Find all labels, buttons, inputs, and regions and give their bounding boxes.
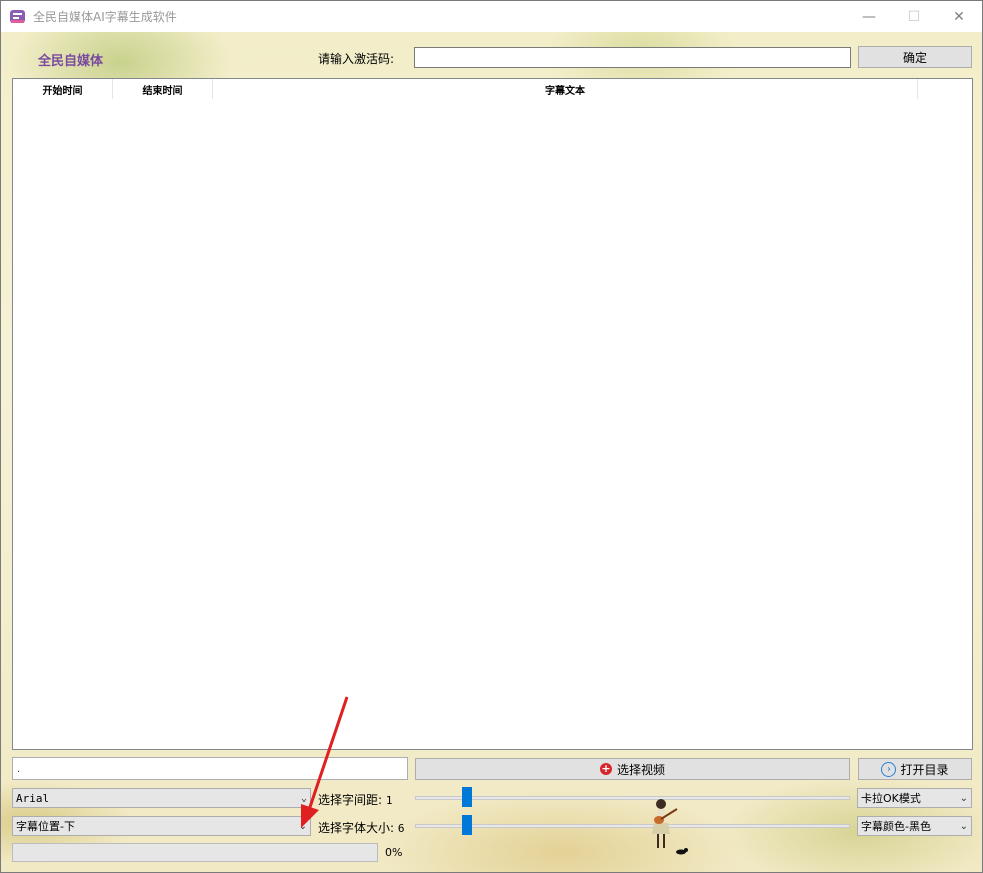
column-header-end-time[interactable]: 结束时间: [113, 79, 213, 99]
subtitle-table[interactable]: 开始时间 结束时间 字幕文本: [12, 78, 973, 750]
font-select[interactable]: Arial ⌄: [12, 788, 311, 808]
letter-spacing-value: 1: [385, 794, 393, 807]
title-bar: 全民自媒体AI字幕生成软件 — ☐ ✕: [1, 1, 982, 32]
karaoke-mode-select[interactable]: 卡拉OK模式 ⌄: [857, 788, 972, 808]
column-header-subtitle-text[interactable]: 字幕文本: [213, 79, 918, 99]
subtitle-position-value: 字幕位置-下: [16, 820, 75, 833]
subtitle-color-value: 字幕颜色-黑色: [861, 820, 931, 833]
minimize-icon: —: [862, 8, 876, 25]
letter-spacing-track[interactable]: [415, 796, 850, 800]
open-directory-button[interactable]: › 打开目录: [858, 758, 972, 780]
add-circle-icon: +: [599, 762, 612, 775]
app-logo-icon: [10, 10, 25, 23]
window-title: 全民自媒体AI字幕生成软件: [33, 10, 177, 24]
main-panel: 全民自媒体 请输入激活码: 确定 开始时间 结束时间 字幕文本 + 选择视频 ›…: [1, 32, 982, 872]
annotation-arrow-icon: [301, 696, 349, 828]
table-header: 开始时间 结束时间 字幕文本: [13, 79, 972, 99]
confirm-button[interactable]: 确定: [858, 46, 972, 68]
girl-with-guitar-illustration: [652, 799, 688, 855]
font-select-value: Arial: [16, 791, 50, 805]
subtitle-position-select[interactable]: 字幕位置-下 ⌄: [12, 816, 311, 836]
maximize-icon: ☐: [907, 8, 921, 25]
open-directory-label: 打开目录: [900, 762, 949, 777]
karaoke-mode-value: 卡拉OK模式: [861, 792, 921, 805]
progress-bar: [12, 843, 378, 862]
select-video-button[interactable]: + 选择视频: [415, 758, 850, 780]
activation-code-input[interactable]: [414, 47, 851, 68]
chevron-down-icon: ⌄: [959, 792, 968, 804]
font-size-slider-thumb[interactable]: [461, 815, 472, 835]
minimize-button[interactable]: —: [846, 1, 892, 32]
letter-spacing-slider-thumb[interactable]: [461, 787, 472, 807]
column-header-start-time[interactable]: 开始时间: [13, 79, 113, 99]
maximize-button[interactable]: ☐: [891, 1, 937, 32]
chevron-down-icon: ⌄: [959, 820, 968, 832]
font-size-track[interactable]: [415, 824, 850, 828]
app-window: 全民自媒体AI字幕生成软件 — ☐ ✕ 全民自媒体 请输入激活码: 确定 开始时…: [0, 0, 983, 873]
close-button[interactable]: ✕: [936, 1, 982, 32]
progress-percent: 0%: [385, 846, 403, 859]
brand-label: 全民自媒体: [38, 54, 104, 69]
activation-label: 请输入激活码:: [318, 52, 395, 66]
close-icon: ✕: [953, 8, 965, 25]
circle-arrow-right-icon: ›: [881, 761, 897, 777]
font-size-value: 6: [397, 822, 405, 835]
subtitle-color-select[interactable]: 字幕颜色-黑色 ⌄: [857, 816, 972, 836]
select-video-label: 选择视频: [616, 762, 665, 777]
